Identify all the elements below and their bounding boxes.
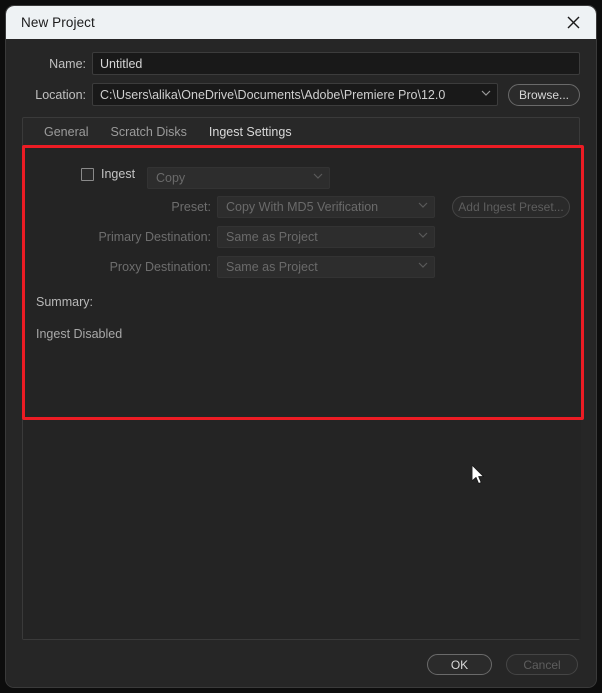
primary-destination-value: Same as Project bbox=[226, 230, 318, 244]
chevron-down-icon bbox=[481, 90, 491, 100]
location-label: Location: bbox=[35, 87, 86, 102]
summary-label: Summary: bbox=[36, 295, 93, 309]
primary-destination-label: Primary Destination: bbox=[98, 230, 211, 244]
dialog-titlebar: New Project bbox=[6, 6, 596, 39]
chevron-down-icon bbox=[418, 262, 428, 272]
summary-value: Ingest Disabled bbox=[36, 327, 123, 341]
close-button[interactable] bbox=[550, 6, 596, 39]
preset-value: Copy With MD5 Verification bbox=[226, 200, 379, 214]
name-row: Name: Untitled bbox=[6, 52, 580, 75]
add-ingest-preset-button[interactable]: Add Ingest Preset... bbox=[452, 196, 570, 218]
proxy-destination-label: Proxy Destination: bbox=[109, 260, 211, 274]
location-row: Location: C:\Users\alika\OneDrive\Docume… bbox=[6, 83, 580, 106]
dialog-body: Name: Untitled Location: C:\Users\alika\… bbox=[6, 39, 596, 687]
tab-ingest-settings[interactable]: Ingest Settings bbox=[197, 125, 303, 147]
chevron-down-icon bbox=[418, 232, 428, 242]
ingest-settings-panel: Ingest Copy Preset: Copy With MD5 Verifi… bbox=[23, 147, 581, 639]
ok-button[interactable]: OK bbox=[427, 654, 492, 675]
location-combobox[interactable]: C:\Users\alika\OneDrive\Documents\Adobe\… bbox=[92, 83, 498, 106]
proxy-destination-value: Same as Project bbox=[226, 260, 318, 274]
ingest-mode-combobox[interactable]: Copy bbox=[147, 167, 330, 189]
tab-general[interactable]: General bbox=[33, 125, 99, 147]
primary-destination-combobox[interactable]: Same as Project bbox=[217, 226, 435, 248]
dialog-title: New Project bbox=[21, 15, 95, 30]
name-label: Name: bbox=[49, 56, 86, 71]
tab-strip: General Scratch Disks Ingest Settings bbox=[23, 118, 581, 147]
name-input[interactable]: Untitled bbox=[92, 52, 580, 75]
ingest-enable-row: Ingest bbox=[81, 167, 135, 181]
ingest-checkbox[interactable] bbox=[81, 167, 94, 181]
chevron-down-icon bbox=[313, 173, 323, 183]
chevron-down-icon bbox=[418, 202, 428, 212]
cancel-button[interactable]: Cancel bbox=[506, 654, 578, 675]
close-icon bbox=[567, 16, 580, 29]
preset-combobox[interactable]: Copy With MD5 Verification bbox=[217, 196, 435, 218]
location-value: C:\Users\alika\OneDrive\Documents\Adobe\… bbox=[100, 87, 446, 102]
browse-button[interactable]: Browse... bbox=[508, 83, 580, 106]
new-project-dialog: New Project Name: Untitled Location: C:\… bbox=[6, 6, 596, 687]
proxy-destination-combobox[interactable]: Same as Project bbox=[217, 256, 435, 278]
settings-tabpanel: General Scratch Disks Ingest Settings In… bbox=[22, 117, 581, 640]
ingest-mode-value: Copy bbox=[156, 171, 186, 185]
tab-scratch-disks[interactable]: Scratch Disks bbox=[99, 125, 197, 147]
ingest-checkbox-label: Ingest bbox=[101, 167, 136, 181]
preset-label: Preset: bbox=[171, 200, 211, 214]
